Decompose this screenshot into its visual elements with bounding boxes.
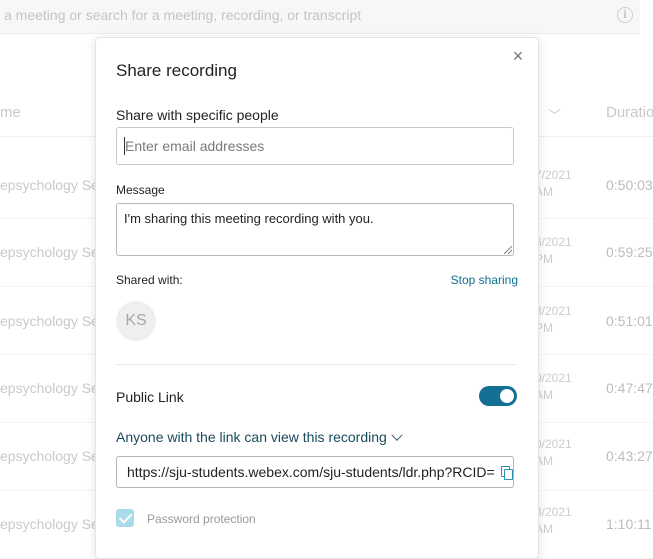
- chevron-down-icon: [391, 429, 403, 441]
- row-duration: 0:50:03: [606, 177, 653, 193]
- column-header-duration[interactable]: Duratio: [606, 104, 653, 121]
- message-field[interactable]: I'm sharing this meeting recording with …: [116, 203, 514, 256]
- section-divider: [116, 364, 516, 365]
- row-name: epsychology Se: [0, 516, 99, 532]
- shared-with-label: Shared with:: [116, 273, 183, 287]
- row-name: epsychology Se: [0, 244, 99, 260]
- row-date: 0/2021 AM: [535, 371, 572, 402]
- public-link-url-field[interactable]: https://sju-students.webex.com/sju-stude…: [116, 456, 514, 488]
- link-access-dropdown[interactable]: Anyone with the link can view this recor…: [116, 429, 403, 445]
- row-date: 6/2021 PM: [535, 235, 572, 266]
- row-date: 7/2021 AM: [535, 168, 572, 199]
- message-label: Message: [116, 183, 165, 197]
- row-duration: 0:59:25: [606, 244, 653, 260]
- close-icon[interactable]: ×: [508, 46, 528, 66]
- link-access-label: Anyone with the link can view this recor…: [116, 429, 387, 445]
- row-duration: 0:43:27: [606, 448, 653, 464]
- email-input[interactable]: [116, 127, 514, 165]
- resize-handle-icon[interactable]: [504, 246, 512, 254]
- search-placeholder: a meeting or search for a meeting, recor…: [4, 7, 362, 23]
- row-name: epsychology Se: [0, 313, 99, 329]
- dialog-title: Share recording: [116, 61, 237, 80]
- password-protection-checkbox[interactable]: [116, 509, 134, 527]
- info-icon[interactable]: i: [617, 7, 633, 23]
- public-link-label: Public Link: [116, 389, 184, 405]
- password-protection-label: Password protection: [147, 512, 256, 526]
- public-link-toggle[interactable]: [479, 386, 517, 406]
- row-duration: 0:51:01: [606, 313, 653, 329]
- search-bar[interactable]: a meeting or search for a meeting, recor…: [0, 0, 640, 34]
- copy-icon[interactable]: [501, 466, 513, 480]
- row-date: 8/2021 AM: [535, 505, 572, 536]
- row-duration: 1:10:11: [606, 516, 652, 532]
- row-duration: 0:47:47: [606, 380, 653, 396]
- stop-sharing-link[interactable]: Stop sharing: [451, 273, 518, 287]
- share-with-label: Share with specific people: [116, 107, 279, 123]
- chevron-down-icon[interactable]: ﹀: [548, 105, 561, 124]
- column-header-name[interactable]: me: [0, 104, 21, 121]
- row-name: epsychology Se: [0, 380, 99, 396]
- row-date: 0/2021 AM: [535, 437, 572, 468]
- row-date: 8/2021 PM: [535, 304, 572, 335]
- row-name: epsychology Se: [0, 448, 99, 464]
- avatar: KS: [116, 301, 156, 341]
- share-recording-dialog: Share recording × Share with specific pe…: [95, 37, 539, 559]
- row-name: epsychology Se: [0, 177, 99, 193]
- text-caret: [124, 137, 125, 155]
- toggle-knob: [500, 389, 514, 403]
